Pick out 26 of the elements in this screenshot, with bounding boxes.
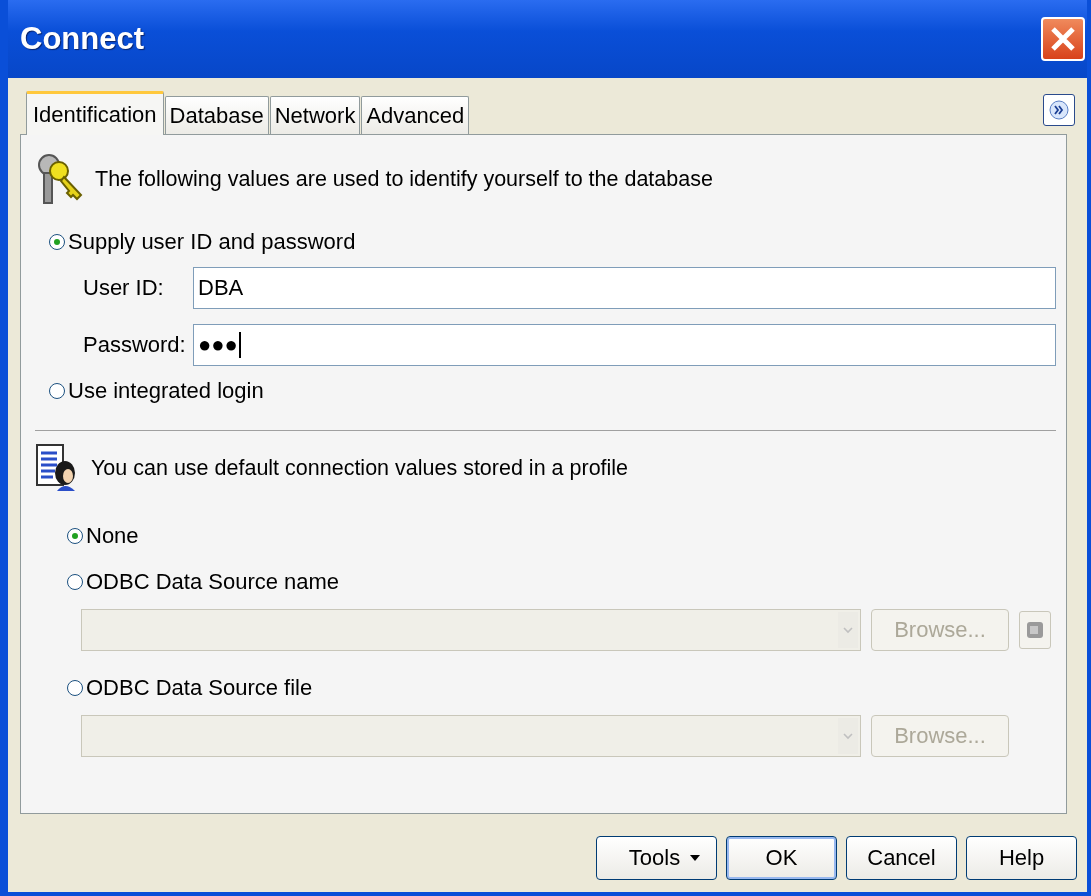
caret-icon bbox=[690, 855, 701, 861]
menu-button[interactable]: Tools bbox=[596, 836, 717, 880]
dialog-button[interactable]: OK bbox=[726, 836, 837, 880]
field-label: User ID: bbox=[82, 275, 165, 301]
tab[interactable]: Network bbox=[269, 96, 361, 134]
radio-option[interactable]: None bbox=[67, 523, 139, 549]
dialog-button[interactable]: Help bbox=[966, 836, 1077, 880]
radio-option[interactable]: Use integrated login bbox=[49, 378, 264, 404]
tab[interactable]: Database bbox=[164, 96, 269, 134]
profile-document-icon bbox=[35, 443, 77, 493]
section-heading: You can use default connection values stored in a profile bbox=[91, 455, 629, 481]
double-chevron-icon bbox=[1049, 100, 1069, 120]
keys-icon bbox=[35, 151, 85, 207]
password-field[interactable]: ●●● bbox=[193, 324, 1056, 366]
close-button[interactable] bbox=[1041, 17, 1085, 61]
tab[interactable]: Identification bbox=[26, 91, 164, 135]
section-heading: The following values are used to identify yourself to the database bbox=[95, 166, 713, 192]
radio-option[interactable]: ODBC Data Source file bbox=[67, 675, 313, 701]
window-title: Connect bbox=[20, 21, 144, 57]
radio-option[interactable]: ODBC Data Source name bbox=[67, 569, 340, 595]
dialog-button[interactable]: Cancel bbox=[846, 836, 957, 880]
input-field[interactable]: DBA bbox=[193, 267, 1056, 309]
radio-option[interactable]: Supply user ID and password bbox=[49, 229, 356, 255]
field-label: Password: bbox=[82, 332, 187, 358]
expand-button[interactable] bbox=[1043, 94, 1075, 126]
tab[interactable]: Advanced bbox=[361, 96, 470, 134]
